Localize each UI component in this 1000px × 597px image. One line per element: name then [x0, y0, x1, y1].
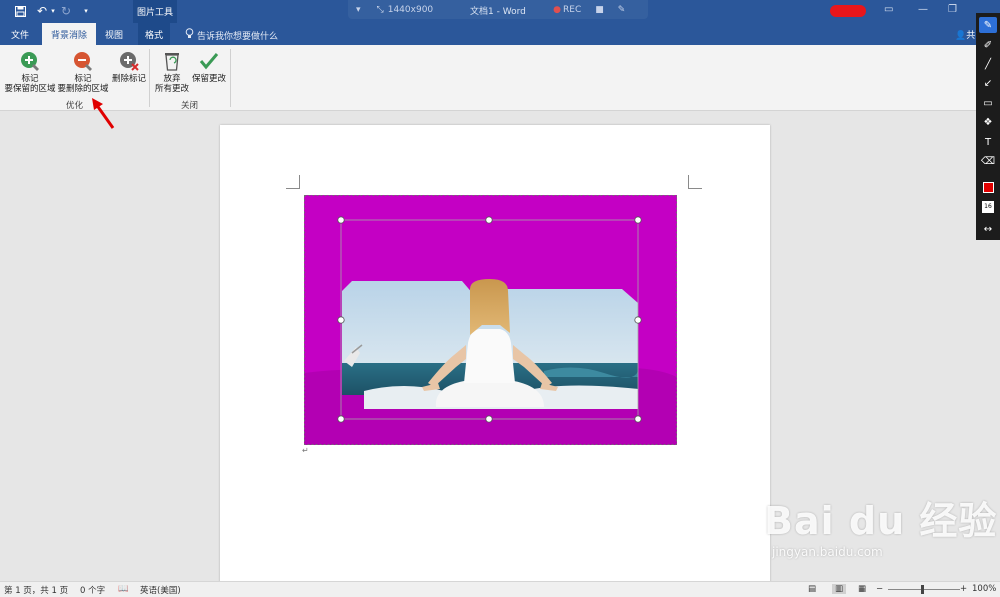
zoom-level[interactable]: 100%: [972, 584, 996, 594]
tab-file[interactable]: 文件: [4, 23, 36, 45]
web-layout-icon[interactable]: ▦: [858, 584, 866, 594]
group-separator: [230, 49, 231, 107]
margin-marker-top-right: [688, 175, 702, 189]
print-layout-icon[interactable]: ▥: [832, 584, 847, 594]
document-title: 文档1 - Word: [470, 7, 526, 17]
delete-mark-button[interactable]: 删除标记: [110, 50, 148, 84]
discard-changes-button[interactable]: 放弃 所有更改: [152, 50, 192, 94]
recorder-resolution: 1440x900: [387, 4, 434, 15]
expand-icon[interactable]: ↔: [979, 221, 997, 237]
annotation-arrow-icon: [92, 98, 115, 129]
eraser-icon[interactable]: ⌫: [979, 153, 997, 169]
delete-mark-icon: [120, 52, 139, 71]
size-value: 16: [982, 201, 994, 213]
picture-tools-context: 图片工具: [133, 0, 177, 23]
ribbon-tabs: 文件 背景消除 视图 格式 告诉我你想要做什么 👤共: [0, 23, 1000, 45]
mark-remove-line1: 标记: [74, 74, 92, 84]
tab-format[interactable]: 格式: [138, 23, 170, 45]
page-count[interactable]: 第 1 页，共 1 页: [4, 584, 68, 596]
recorder-arrow-icon[interactable]: ▾: [356, 5, 361, 15]
redacted-username: [830, 5, 866, 17]
watermark-url: jingyan.baidu.com: [772, 545, 883, 559]
minimize-icon[interactable]: —: [918, 4, 928, 15]
keep-changes-label: 保留更改: [191, 74, 226, 84]
watermark-brand: Bai du 经验: [764, 499, 998, 543]
proofing-icon[interactable]: 📖: [118, 584, 129, 594]
share-label: 共: [966, 31, 976, 41]
user-icon: 👤: [955, 31, 967, 41]
tell-me-text: 告诉我你想要做什么: [197, 31, 279, 42]
group-separator: [149, 49, 150, 107]
tab-background-removal[interactable]: 背景消除: [42, 23, 96, 45]
zoom-out-icon[interactable]: −: [876, 584, 883, 594]
group-label-refine: 优化: [66, 101, 84, 111]
zoom-slider[interactable]: [888, 589, 960, 590]
record-label[interactable]: REC: [563, 5, 581, 15]
keep-changes-icon: [199, 53, 219, 70]
pencil-icon[interactable]: ✎: [979, 17, 997, 33]
record-stop-icon[interactable]: ■: [595, 5, 604, 15]
discard-icon: [165, 53, 179, 71]
size-icon[interactable]: 16: [979, 199, 997, 215]
mark-remove-icon: [74, 52, 92, 71]
resolution-icon: ⤡: [376, 4, 384, 15]
language-indicator[interactable]: 英语(美国): [140, 584, 181, 596]
discard-line2: 所有更改: [154, 84, 189, 94]
mark-keep-line1: 标记: [21, 74, 39, 84]
tell-me-box[interactable]: 告诉我你想要做什么: [185, 28, 278, 42]
word-count[interactable]: 0 个字: [80, 584, 105, 596]
status-bar: 第 1 页，共 1 页 0 个字 📖 英语(美国) ▤ ▥ ▦ − + 100%: [0, 581, 1000, 597]
marker-icon[interactable]: ✐: [979, 37, 997, 53]
share-button[interactable]: 👤共: [955, 28, 975, 41]
watermark: Bai du 经验 jingyan.baidu.com: [764, 490, 997, 559]
mark-keep-icon: [21, 52, 39, 71]
ribbon-options-icon[interactable]: ▭: [884, 4, 893, 15]
rectangle-icon[interactable]: ▭: [979, 95, 997, 111]
delete-mark-label: 删除标记: [111, 74, 146, 84]
record-dot-icon[interactable]: ●: [553, 5, 561, 15]
mark-keep-button[interactable]: 标记 要保留的区域: [4, 50, 56, 94]
group-label-close: 关闭: [181, 101, 199, 111]
mark-keep-line2: 要保留的区域: [4, 84, 56, 94]
read-mode-icon[interactable]: ▤: [808, 584, 816, 594]
lightbulb-icon: [185, 28, 194, 42]
record-pen-icon[interactable]: ✎: [618, 5, 626, 15]
annotation-toolbar: ✎ ✐ ╱ ↙ ▭ ❖ T ⌫ 16 ↔: [976, 13, 1000, 240]
restore-icon[interactable]: ❐: [948, 4, 957, 15]
paragraph-mark-icon: ↵: [302, 446, 309, 455]
customize-qat-icon[interactable]: ▾: [78, 3, 94, 19]
redo-icon[interactable]: ↻: [58, 3, 74, 19]
title-bar: ↶ ▾ ↻ ▾ 图片工具 ▾ ⤡ 1440x900 ● REC ■ ✎ 文档1 …: [0, 0, 1000, 23]
margin-marker-top-left: [286, 175, 300, 189]
tab-view[interactable]: 视图: [100, 23, 128, 45]
save-icon[interactable]: [12, 3, 28, 19]
zoom-thumb[interactable]: [921, 585, 924, 594]
line-icon[interactable]: ╱: [979, 56, 997, 72]
mark-remove-button[interactable]: 标记 要删除的区域: [56, 50, 110, 94]
arrow-icon[interactable]: ↙: [979, 75, 997, 91]
discard-line1: 放弃: [163, 74, 181, 84]
blur-icon[interactable]: ❖: [979, 114, 997, 130]
background-removal-image[interactable]: [304, 195, 677, 445]
mark-remove-line2: 要删除的区域: [57, 84, 109, 94]
keep-changes-button[interactable]: 保留更改: [190, 50, 228, 84]
color-swatch-icon[interactable]: [979, 179, 997, 195]
ribbon-panel: 标记 要保留的区域 标记 要删除的区域 删除标记 优化 放弃 所有更改 保留更改…: [0, 45, 1000, 111]
text-icon[interactable]: T: [979, 134, 997, 150]
zoom-in-icon[interactable]: +: [960, 584, 967, 594]
